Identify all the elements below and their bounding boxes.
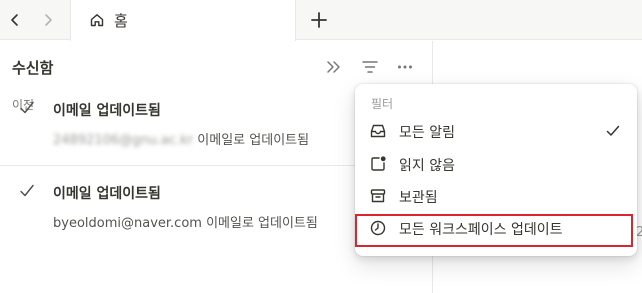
more-options-button[interactable] bbox=[394, 56, 416, 78]
item-email: byeoldomi@naver.com bbox=[53, 216, 202, 231]
more-horizontal-icon bbox=[398, 65, 412, 69]
item-suffix: 이메일로 업데이트됨 bbox=[206, 216, 318, 231]
tab-bar: 홈 bbox=[0, 0, 642, 41]
unread-square-icon bbox=[371, 156, 386, 171]
new-tab-button[interactable] bbox=[307, 8, 331, 32]
chevron-left-icon bbox=[11, 14, 18, 26]
menu-item-label: 보관됨 bbox=[399, 190, 438, 206]
filter-unread[interactable]: 읽지 않음 bbox=[359, 149, 633, 179]
item-title: 이메일 업데이트됨 bbox=[53, 103, 161, 119]
archive-box-icon bbox=[370, 189, 386, 203]
back-button[interactable] bbox=[3, 8, 27, 32]
menu-item-label: 모든 워크스페이스 업데이트 bbox=[399, 222, 563, 238]
redacted-email: 24892106@gnu.ac.kr bbox=[53, 133, 194, 148]
filter-menu: 필터 모든 알림 읽지 않음 보관됨 모든 워크스페이스 업데이트 bbox=[355, 84, 637, 256]
menu-item-label: 읽지 않음 bbox=[399, 158, 455, 174]
filter-button[interactable] bbox=[359, 56, 381, 78]
filter-lines-icon bbox=[362, 61, 378, 73]
checkmark-icon bbox=[20, 101, 34, 114]
forward-button[interactable] bbox=[36, 8, 60, 32]
item-description: byeoldomi@naver.com 이메일로 업데이트됨 bbox=[53, 212, 318, 231]
filter-all-notifications[interactable]: 모든 알림 bbox=[359, 116, 633, 146]
tab-home[interactable]: 홈 bbox=[70, 0, 296, 41]
plus-icon bbox=[311, 12, 327, 28]
item-description: 24892106@gnu.ac.kr 이메일로 업데이트됨 bbox=[53, 129, 309, 148]
page-title: 수신함 bbox=[12, 59, 54, 77]
selected-check-icon bbox=[606, 125, 620, 136]
filter-all-workspace-updates[interactable]: 모든 워크스페이스 업데이트 bbox=[359, 213, 633, 243]
home-icon bbox=[90, 14, 104, 27]
tab-label: 홈 bbox=[114, 12, 128, 30]
chevron-right-icon bbox=[45, 14, 52, 26]
collapse-panel-button[interactable] bbox=[323, 56, 345, 78]
menu-item-label: 모든 알림 bbox=[399, 125, 455, 141]
clock-icon bbox=[370, 220, 386, 236]
item-title: 이메일 업데이트됨 bbox=[53, 186, 161, 202]
filter-menu-heading: 필터 bbox=[371, 97, 394, 111]
double-chevron-right-icon bbox=[327, 61, 340, 73]
inbox-tray-icon bbox=[370, 124, 386, 138]
checkmark-icon bbox=[20, 184, 34, 197]
filter-archived[interactable]: 보관됨 bbox=[359, 181, 633, 211]
item-suffix: 이메일로 업데이트됨 bbox=[197, 133, 310, 148]
